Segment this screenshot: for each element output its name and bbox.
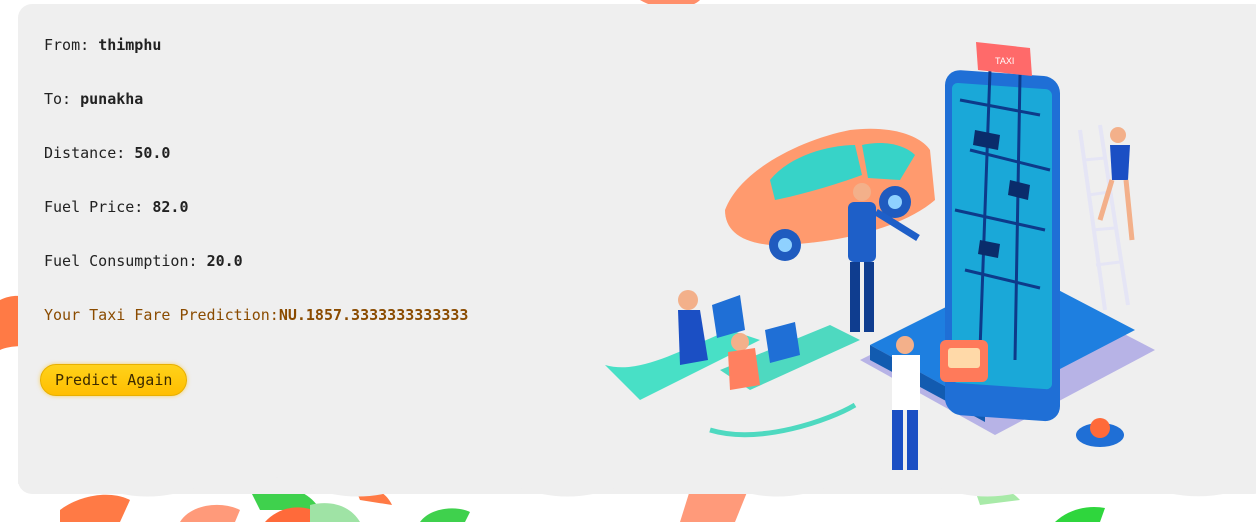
fuel-consumption-label: Fuel Consumption: <box>44 252 207 270</box>
from-label: From: <box>44 36 99 54</box>
fare-details: From: thimphu To: punakha Distance: 50.0… <box>44 34 468 326</box>
predict-again-button[interactable]: Predict Again <box>40 364 188 396</box>
alarm-button-icon <box>1076 418 1124 447</box>
result-label: Your Taxi Fare Prediction: <box>44 306 279 324</box>
fuel-price-label: Fuel Price: <box>44 198 153 216</box>
fuel-price-value: 82.0 <box>152 198 189 216</box>
distance-label: Distance: <box>44 144 135 162</box>
distance-value: 50.0 <box>134 144 171 162</box>
fuel-consumption-row: Fuel Consumption: 20.0 <box>44 250 468 304</box>
to-label: To: <box>44 90 81 108</box>
to-value: punakha <box>80 90 144 108</box>
taxi-sign-icon: TAXI <box>976 42 1032 76</box>
taxi-app-illustration: TAXI <box>605 42 1155 470</box>
fuel-price-row: Fuel Price: 82.0 <box>44 196 468 250</box>
card-reader-icon <box>940 340 988 382</box>
svg-text:TAXI: TAXI <box>995 56 1014 66</box>
from-row: From: thimphu <box>44 34 468 88</box>
fuel-consumption-value: 20.0 <box>206 252 243 270</box>
from-value: thimphu <box>98 36 162 54</box>
workers-icon <box>605 290 860 438</box>
result-value: NU.1857.3333333333333 <box>278 306 469 324</box>
taxi-car-icon <box>725 128 935 261</box>
distance-row: Distance: 50.0 <box>44 142 468 196</box>
standing-man-icon <box>892 336 920 470</box>
to-row: To: punakha <box>44 88 468 142</box>
ladder-icon <box>1078 124 1135 311</box>
fare-prediction-result: Your Taxi Fare Prediction:NU.1857.333333… <box>44 304 468 326</box>
